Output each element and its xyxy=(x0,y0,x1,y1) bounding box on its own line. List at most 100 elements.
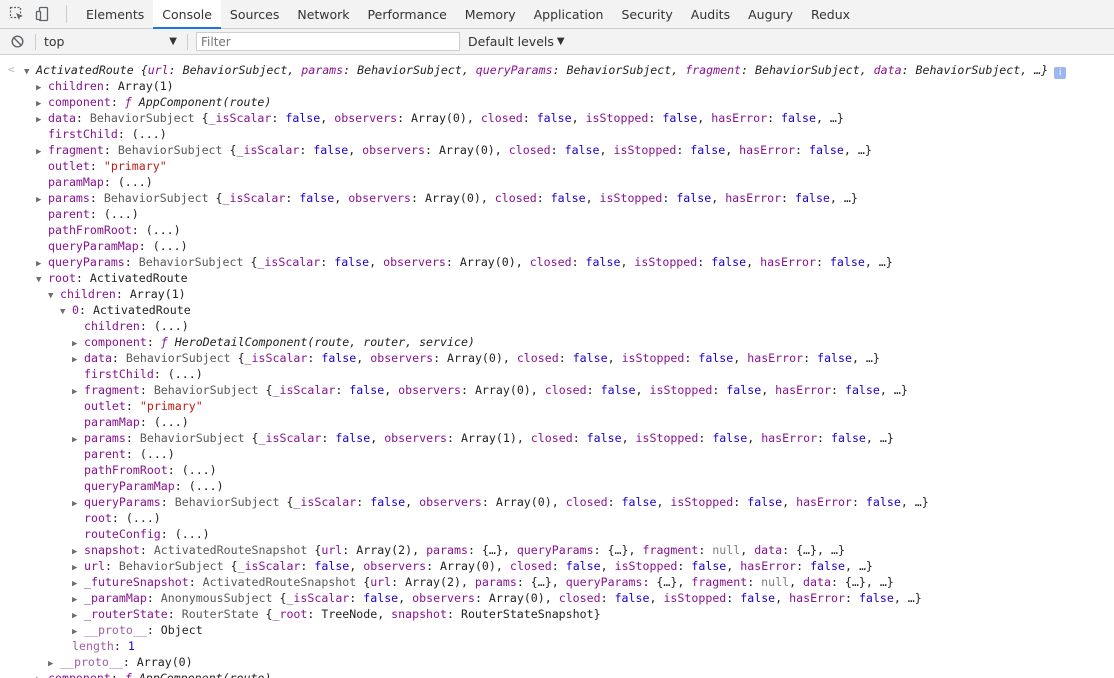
value-token: : xyxy=(698,543,713,557)
value-token: , xyxy=(711,191,726,205)
value-token: , xyxy=(398,591,413,605)
log-levels-dropdown[interactable]: Default levels ▼ xyxy=(468,34,565,49)
value-token: : xyxy=(747,575,762,589)
key-separator: : xyxy=(115,287,130,301)
tab-application[interactable]: Application xyxy=(525,0,613,29)
console-line[interactable]: ▶ __proto__: Array(0) xyxy=(48,654,193,670)
value-token: false xyxy=(844,383,880,397)
property-key: root xyxy=(84,511,112,525)
console-line[interactable]: ▶ params: BehaviorSubject {_isScalar: fal… xyxy=(72,430,894,446)
console-line[interactable]: ▶ data: BehaviorSubject {_isScalar: false… xyxy=(72,350,880,366)
value-token: ActivatedRouteSnapshot xyxy=(153,543,315,557)
value-token: false xyxy=(585,255,621,269)
value-token: false xyxy=(572,351,608,365)
expanded-triangle-icon[interactable]: ▼ xyxy=(60,304,72,320)
expanded-triangle-icon[interactable]: ▼ xyxy=(48,288,60,304)
key-separator: : xyxy=(125,447,140,461)
console-line[interactable]: ▶ fragment: BehaviorSubject {_isScalar: f… xyxy=(72,382,908,398)
value-token: url xyxy=(321,543,343,557)
value-token: hasError xyxy=(775,383,831,397)
console-line[interactable]: ▶ children: Array(1) xyxy=(36,78,174,94)
value-token: { xyxy=(230,559,238,573)
toolbar-divider xyxy=(35,33,36,50)
value-token: false xyxy=(565,559,601,573)
value-token: observers xyxy=(419,495,482,509)
value-token: ActivatedRouteSnapshot xyxy=(202,575,364,589)
property-key: paramMap xyxy=(48,175,104,189)
console-line[interactable]: ▼ children: Array(1) xyxy=(48,286,186,302)
dropdown-arrow-icon: ▼ xyxy=(169,36,177,47)
value-token: hasError xyxy=(725,191,782,205)
console-line[interactable]: ▶ component: ƒ HeroDetailComponent(route,… xyxy=(72,334,475,350)
console-line[interactable]: ▶ snapshot: ActivatedRouteSnapshot {url: … xyxy=(72,542,845,558)
value-token: : RouterStateSnapshot} xyxy=(447,607,601,621)
console-line[interactable]: ▶ queryParams: BehaviorSubject {_isScalar… xyxy=(72,494,929,510)
console-line[interactable]: ▼ root: ActivatedRoute xyxy=(36,270,188,286)
tab-augury[interactable]: Augury xyxy=(739,0,802,29)
console-line: routeConfig: (...) xyxy=(72,526,210,542)
tab-memory[interactable]: Memory xyxy=(456,0,525,29)
tab-network[interactable]: Network xyxy=(288,0,358,29)
tab-performance[interactable]: Performance xyxy=(359,0,456,29)
console-line[interactable]: ▶ _paramMap: AnonymousSubject {_isScalar:… xyxy=(72,590,922,606)
console-line[interactable]: ▶component: ƒ AppComponent(route) xyxy=(36,670,271,678)
value-token: observers xyxy=(334,111,398,125)
value-token: , xyxy=(775,591,790,605)
property-key: _routerState xyxy=(84,607,168,621)
value-token: : xyxy=(781,191,796,205)
console-line: parent: (...) xyxy=(36,206,139,222)
value-token: false xyxy=(370,495,406,509)
info-icon[interactable]: i xyxy=(1054,67,1067,79)
value-token: false xyxy=(865,495,901,509)
filter-input[interactable] xyxy=(196,32,460,51)
collapsed-triangle-icon[interactable]: ▶ xyxy=(36,672,48,678)
value-token: observers xyxy=(363,559,427,573)
tab-audits[interactable]: Audits xyxy=(682,0,739,29)
value-token: : xyxy=(698,431,713,445)
value-token: , xyxy=(649,591,664,605)
console-line[interactable]: < ▼ ActivatedRoute {url: BehaviorSubject, … xyxy=(8,62,1067,80)
console-line[interactable]: ▶ _routerState: RouterState {_root: TreeN… xyxy=(72,606,601,622)
console-line[interactable]: ▶component: ƒ AppComponent(route) xyxy=(36,94,271,110)
context-selector[interactable]: top ▼ xyxy=(44,34,177,49)
value-token: , xyxy=(607,351,622,365)
console-line[interactable]: ▼ 0: ActivatedRoute xyxy=(60,302,191,318)
value-token: : xyxy=(796,559,811,573)
console-line[interactable]: ▶ __proto__: Object xyxy=(72,622,203,638)
value-token: AppComponent(route) xyxy=(138,671,272,678)
key-separator: : xyxy=(122,655,137,669)
value-token: RouterState xyxy=(181,607,266,621)
property-key: data xyxy=(84,351,112,365)
key-separator: : xyxy=(103,79,118,93)
tab-security[interactable]: Security xyxy=(612,0,681,29)
expanded-triangle-icon[interactable]: ▼ xyxy=(24,64,36,80)
expanded-triangle-icon[interactable]: ▼ xyxy=(36,272,48,288)
console-line: length: 1 xyxy=(60,638,135,654)
value-token: : xyxy=(536,191,551,205)
key-separator: : xyxy=(103,175,118,189)
tab-sources[interactable]: Sources xyxy=(221,0,288,29)
value-token: , …} xyxy=(900,495,929,509)
console-line[interactable]: ▶ _futureSnapshot: ActivatedRouteSnapshot… xyxy=(72,574,894,590)
value-token: isStopped xyxy=(635,431,699,445)
value-token: , xyxy=(733,351,748,365)
value-token: url xyxy=(147,63,169,77)
tab-redux[interactable]: Redux xyxy=(802,0,859,29)
clear-console-icon[interactable] xyxy=(10,35,24,49)
tab-elements[interactable]: Elements xyxy=(77,0,153,29)
value-token: false xyxy=(690,143,726,157)
console-line[interactable]: ▶ data: BehaviorSubject {_isScalar: false… xyxy=(36,110,844,126)
value-token: isStopped xyxy=(663,591,727,605)
key-separator: : xyxy=(125,399,140,413)
property-key: fragment xyxy=(48,143,104,157)
tab-console[interactable]: Console xyxy=(153,0,221,29)
console-line[interactable]: ▶ queryParams: BehaviorSubject {_isScalar… xyxy=(36,254,893,270)
value-token: ƒ xyxy=(160,335,175,349)
inspect-element-icon[interactable] xyxy=(8,5,26,23)
device-toolbar-icon[interactable] xyxy=(34,5,52,23)
console-line[interactable]: ▶ fragment: BehaviorSubject {_isScalar: f… xyxy=(36,142,872,158)
console-line[interactable]: ▶ url: BehaviorSubject {_isScalar: false,… xyxy=(72,558,873,574)
console-line[interactable]: ▶ params: BehaviorSubject {_isScalar: fal… xyxy=(36,190,858,206)
value-token: false xyxy=(600,383,636,397)
value-token: observers xyxy=(362,143,425,157)
